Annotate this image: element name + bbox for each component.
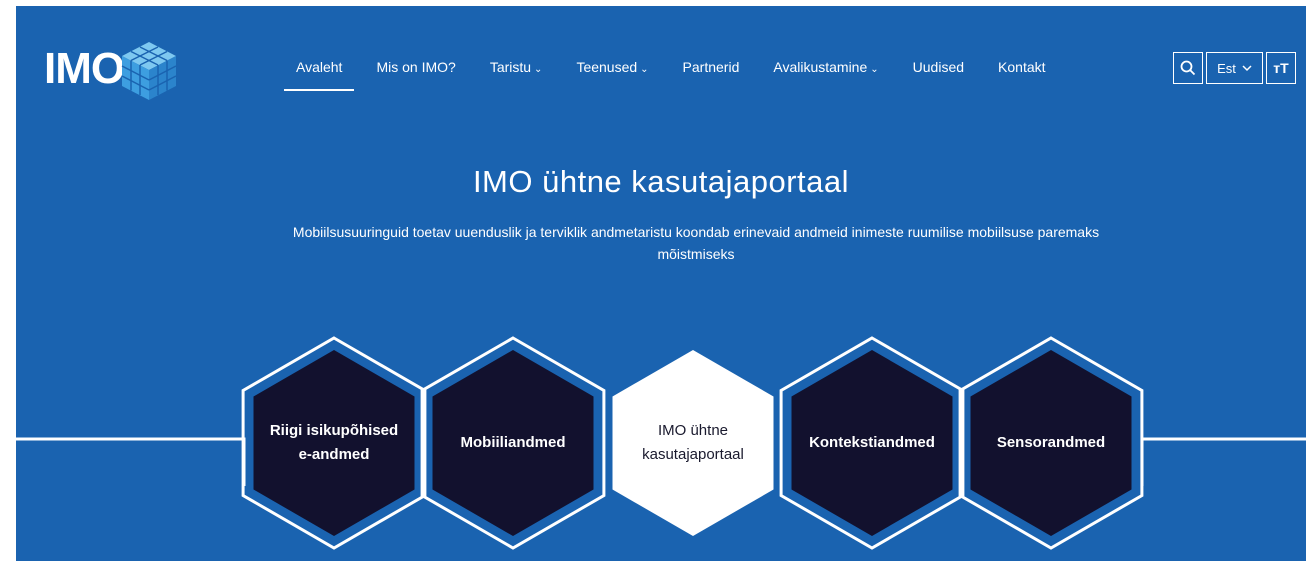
hexagon-label-line: Sensorandmed: [996, 434, 1106, 451]
hexagon-label-line: Mobiiliandmed: [460, 434, 566, 451]
hexagon-label-line: kasutajaportaal: [642, 446, 744, 463]
hexagon-label-line: e-andmed: [298, 446, 370, 463]
hexagon-label-2[interactable]: Mobiiliandmed: [438, 431, 588, 455]
hexagon-label-line: Kontekstiandmed: [809, 434, 935, 451]
hexagon-label-line: Riigi isikupõhised: [269, 422, 399, 439]
hexagon-graphic: [16, 336, 1306, 550]
hexagon-label-1[interactable]: Riigi isikupõhised e-andmed: [259, 419, 409, 467]
hexagon-label-5[interactable]: Sensorandmed: [976, 431, 1126, 455]
connector-line: [1140, 437, 1306, 486]
connector-line: [16, 437, 246, 486]
hexagon-label-3[interactable]: IMO ühtne kasutajaportaal: [618, 419, 768, 467]
page-frame: IMO Avaleht Mis on IMO? Taristu ⌄ Teenused: [16, 6, 1306, 561]
hexagon-label-line: IMO ühtne: [657, 422, 729, 439]
hexagon-label-4[interactable]: Kontekstiandmed: [797, 431, 947, 455]
